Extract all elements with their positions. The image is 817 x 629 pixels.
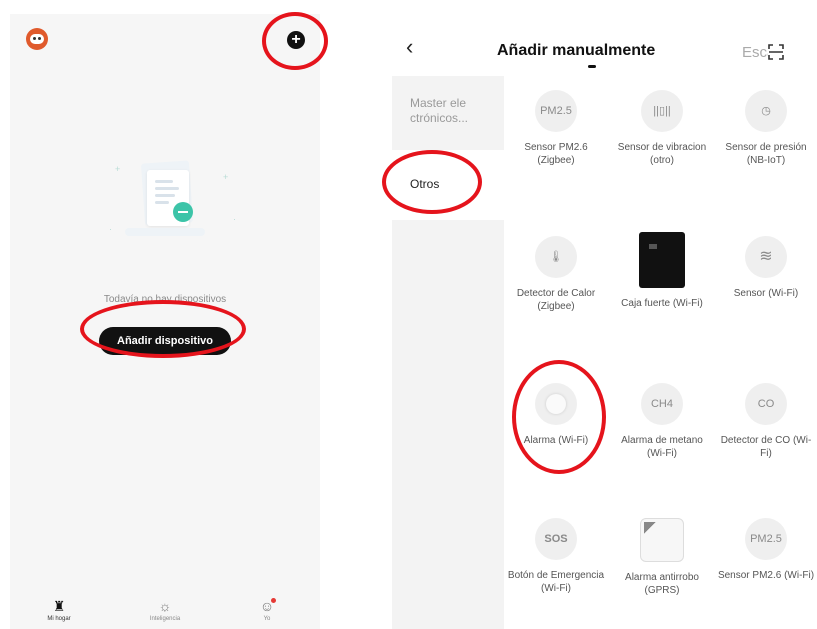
vibration-icon: ||▯|| [641,90,683,132]
safe-icon [639,232,685,288]
scan-icon[interactable] [768,44,784,60]
device-sensor-wifi[interactable]: ≋ Sensor (Wi-Fi) [716,236,816,300]
search-tab[interactable]: Esca [742,44,768,61]
device-safe-box[interactable]: Caja fuerte (Wi-Fi) [612,232,712,310]
back-arrow-icon[interactable]: ‹ [406,36,413,58]
device-name: Detector de Calor (Zigbee) [516,288,596,312]
device-emergency-button[interactable]: SOS Botón de Emergencia (Wi-Fi) [506,518,606,595]
thermometer-icon: 🌡 [535,236,577,278]
device-name: Detector de CO (Wi-Fi) [720,435,812,459]
pm-icon: PM2.5 [745,518,787,560]
nav-smart[interactable]: ☼ Inteligencia [130,596,200,622]
category-master-electronics[interactable]: Master ele ctrónicos... [392,96,504,126]
device-name: Sensor de presión (NB-IoT) [725,142,807,166]
nav-home-label: Mi hogar [47,616,71,622]
device-co-detector[interactable]: CO Detector de CO (Wi-Fi) [716,383,816,460]
co-icon: CO [745,383,787,425]
nav-me[interactable]: ☺ Yo [232,596,302,622]
user-icon: ☺ [259,598,275,614]
device-name: Botón de Emergencia (Wi-Fi) [507,570,605,594]
nav-me-label: Yo [263,616,271,622]
device-name: Sensor (Wi-Fi) [733,288,799,299]
app-logo-icon[interactable] [26,28,48,50]
device-name: Sensor PM2.6 (Zigbee) [524,142,588,166]
notification-dot [271,598,276,603]
antitheft-icon [640,518,684,562]
sun-icon: ☼ [158,598,172,614]
device-sensor-pm-wifi[interactable]: PM2.5 Sensor PM2.6 (Wi-Fi) [716,518,816,582]
nav-smart-label: Inteligencia [149,616,181,622]
device-name: Alarma antirrobo (GPRS) [625,572,699,596]
device-pressure-sensor[interactable]: ◷ Sensor de presión (NB-IoT) [716,90,816,167]
title-indicator [588,65,596,68]
page-title: Añadir manualmente [497,42,656,59]
device-name: Caja fuerte (Wi-Fi) [621,298,703,309]
add-manually-screen: ‹ Añadir manualmente Esca Master ele ctr… [392,28,817,629]
device-sensor-pm-zigbee[interactable]: PM2.5 Sensor PM2.6 (Zigbee) [506,90,606,167]
device-vibration-sensor[interactable]: ||▯|| Sensor de vibracion (otro) [612,90,712,167]
home-icon: ♜ [52,598,66,614]
device-name: Alarma de metano (Wi-Fi) [621,435,703,459]
minus-icon [173,202,193,222]
device-antitheft-alarm[interactable]: Alarma antirrobo (GPRS) [612,518,712,597]
ch4-icon: CH4 [641,383,683,425]
sos-icon: SOS [535,518,577,560]
highlight-alarm-device [512,360,606,474]
bottom-nav: ♜ Mi hogar ☼ Inteligencia ☺ Yo [10,596,320,629]
empty-state-illustration: + + · · [105,144,245,254]
device-name: Sensor de vibracion (otro) [617,142,707,166]
gauge-icon: ◷ [745,90,787,132]
device-methane-alarm[interactable]: CH4 Alarma de metano (Wi-Fi) [612,383,712,460]
pm-icon: PM2.5 [535,90,577,132]
nav-home[interactable]: ♜ Mi hogar [24,596,94,622]
device-heat-detector[interactable]: 🌡 Detector de Calor (Zigbee) [506,236,606,313]
highlight-add-device-button [80,300,246,358]
waves-icon: ≋ [745,236,787,278]
highlight-otros-category [382,150,482,214]
device-name: Sensor PM2.6 (Wi-Fi) [717,570,815,581]
highlight-plus-button [262,12,328,70]
